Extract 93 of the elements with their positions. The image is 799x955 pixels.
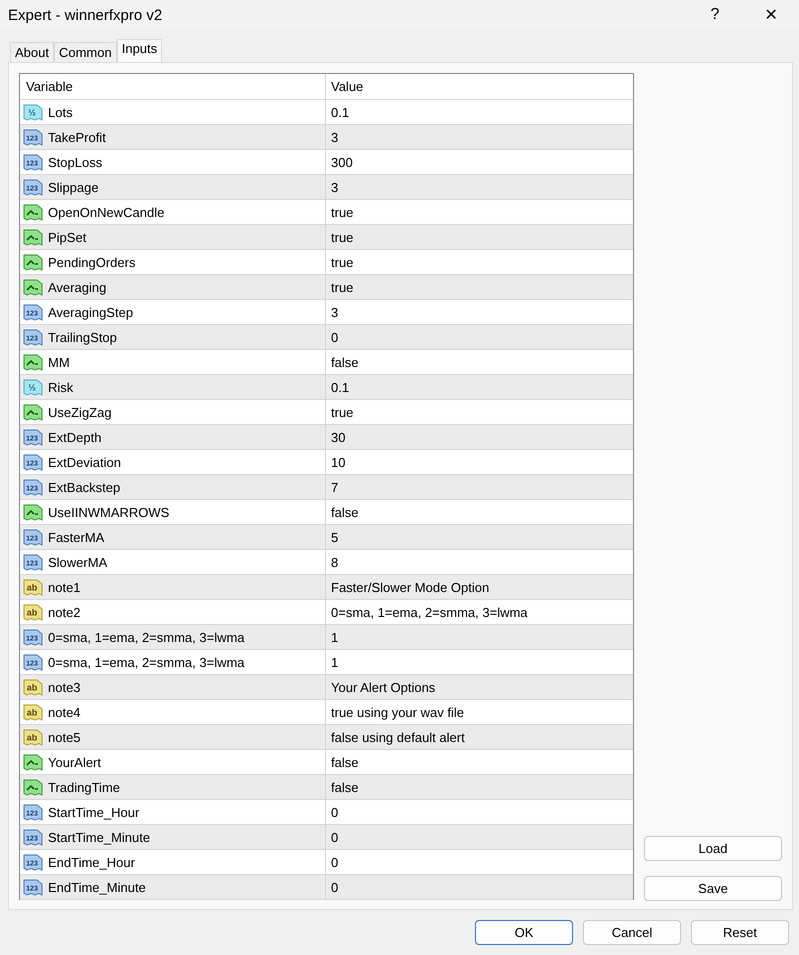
string-type-icon: ab [23,702,43,722]
string-type-icon: ab [23,602,43,622]
variable-name: MM [48,354,70,370]
variable-name: 0=sma, 1=ema, 2=smma, 3=lwma [48,654,245,670]
value-cell[interactable]: 0 [325,850,633,874]
string-type-icon: ab [23,678,43,696]
variable-name: PendingOrders [48,254,136,270]
value-cell[interactable]: Faster/Slower Mode Option [325,575,633,599]
column-header[interactable]: Variable [20,74,325,99]
variable-name: UseIINWMARROWS [48,504,170,520]
bool-type-icon [23,752,43,772]
variable-name: FasterMA [48,530,104,544]
bool-type-icon [23,252,43,272]
value-cell[interactable]: 1 [325,650,633,674]
window-title: Expert - winnerfxpro v2 [7,6,164,24]
string-type-icon: ab [23,578,43,596]
variable-name: TradingTime [48,780,120,794]
bool-type-icon [23,278,43,296]
value-cell[interactable]: false using default alert [325,725,633,749]
variable-name: StartTime_Minute [48,830,150,844]
value-cell[interactable]: 0 [325,800,633,824]
value-cell[interactable]: false [325,500,633,524]
value-cell[interactable]: true using your wav file [325,700,633,724]
value-cell[interactable]: 0 [325,825,633,849]
variable-name: StopLoss [48,154,102,170]
value-cell[interactable]: true [325,400,633,424]
variable-name: note3 [48,680,81,694]
value-cell[interactable]: 10 [325,450,633,474]
save-button[interactable]: Save [644,876,782,901]
variable-name: StartTime_Hour [48,804,140,820]
value-cell[interactable]: 0=sma, 1=ema, 2=smma, 3=lwma [325,600,633,624]
variable-name: EndTime_Hour [48,854,135,870]
variable-name: 0=sma, 1=ema, 2=smma, 3=lwma [48,630,245,644]
bool-type-icon [23,228,43,246]
value-cell[interactable]: true [325,250,633,274]
string-type-icon: ab [23,728,43,746]
value-cell[interactable]: 0.1 [325,375,633,399]
value-cell[interactable]: 3 [325,125,633,149]
reset-button[interactable]: Reset [691,920,789,945]
cancel-button[interactable]: Cancel [583,920,681,945]
variable-name: ExtDepth [48,430,102,444]
variable-name: note2 [48,604,81,620]
value-cell[interactable]: 7 [325,475,633,499]
column-header[interactable]: Value [325,74,633,99]
variable-name: YourAlert [48,754,101,770]
variable-name: TrailingStop [48,330,117,344]
variable-name: AveragingStep [48,304,134,320]
variable-name: PipSet [48,230,86,244]
value-cell[interactable]: 3 [325,300,633,324]
value-cell[interactable]: 8 [325,550,633,574]
value-cell[interactable]: 3 [325,175,633,199]
variable-name: UseZigZag [48,404,112,420]
value-cell[interactable]: false [325,350,633,374]
variable-name: TakeProfit [48,130,106,144]
variable-name: ExtDeviation [48,454,121,470]
value-cell[interactable]: 300 [325,150,633,174]
bool-type-icon [23,778,43,796]
bool-type-icon [23,402,43,422]
value-cell[interactable]: 0 [325,875,633,899]
value-cell[interactable]: 30 [325,425,633,449]
double-type-icon: ½ [23,102,43,122]
variable-name: Slippage [48,180,99,194]
value-cell[interactable]: false [325,750,633,774]
value-cell[interactable]: 0.1 [325,100,633,124]
value-cell[interactable]: true [325,225,633,249]
variable-name: ExtBackstep [48,480,120,494]
variable-name: Lots [48,104,73,120]
variable-name: OpenOnNewCandle [48,204,164,220]
close-button[interactable]: ✕ [743,0,799,30]
value-cell[interactable]: Your Alert Options [325,675,633,699]
variable-name: note1 [48,580,81,594]
variable-name: EndTime_Minute [48,880,146,894]
help-button[interactable]: ? [687,0,743,30]
value-cell[interactable]: false [325,775,633,799]
variable-name: note4 [48,704,81,720]
bool-type-icon [23,502,43,522]
variable-name: Averaging [48,280,106,294]
value-cell[interactable]: true [325,275,633,299]
variable-name: note5 [48,730,81,744]
tab[interactable]: Common [54,42,117,62]
variable-name: SlowerMA [48,554,108,570]
value-cell[interactable]: true [325,200,633,224]
load-button[interactable]: Load [644,836,782,861]
bool-type-icon [23,352,43,372]
bool-type-icon [23,202,43,222]
value-cell[interactable]: 1 [325,625,633,649]
value-cell[interactable]: 0 [325,325,633,349]
double-type-icon: ½ [23,378,43,396]
value-cell[interactable]: 5 [325,525,633,549]
ok-button[interactable]: OK [475,920,573,945]
variable-name: Risk [48,380,74,394]
tab[interactable]: Inputs [116,39,162,62]
tab[interactable]: About [10,42,54,62]
